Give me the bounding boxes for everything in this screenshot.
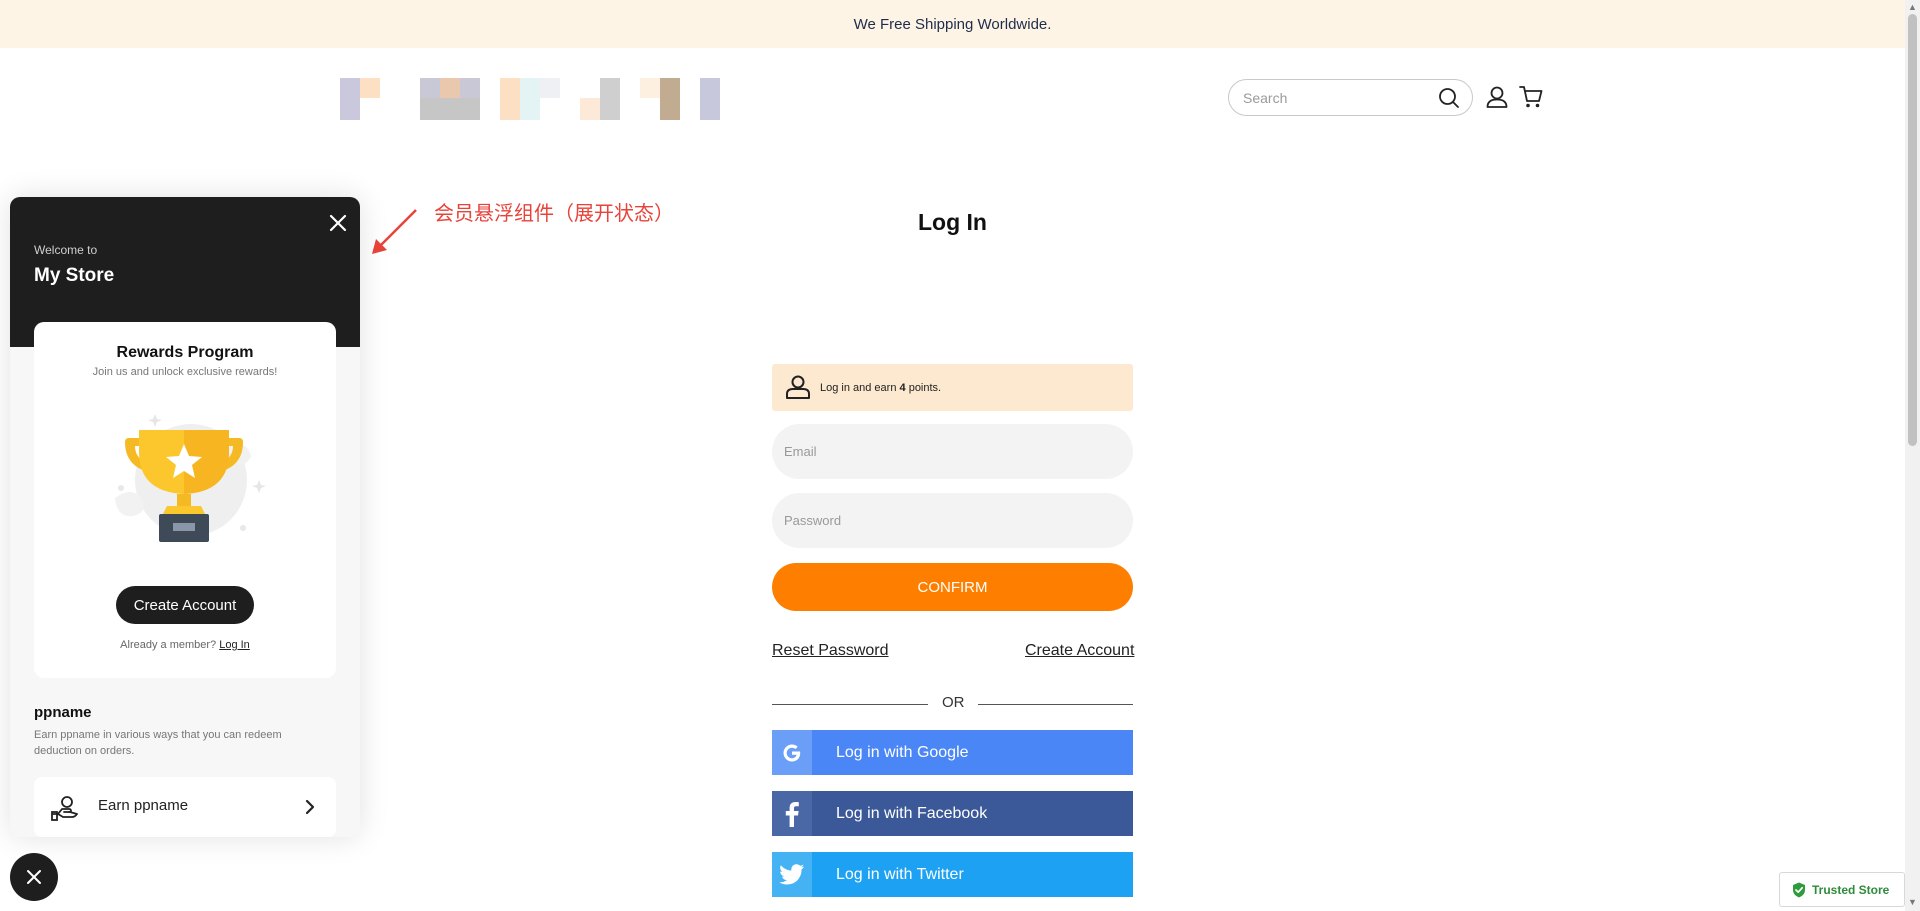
announcement-bar: We Free Shipping Worldwide. xyxy=(0,0,1905,48)
widget-toggle-button[interactable] xyxy=(10,853,58,901)
confirm-button[interactable]: CONFIRM xyxy=(772,563,1133,611)
or-divider-text: OR xyxy=(942,694,965,711)
close-icon xyxy=(27,870,41,884)
points-suffix: points. xyxy=(905,381,942,394)
rewards-card-title: Rewards Program xyxy=(116,344,254,361)
cart-icon[interactable] xyxy=(1518,84,1544,110)
google-icon xyxy=(772,730,812,775)
facebook-icon xyxy=(772,791,812,836)
twitter-icon xyxy=(772,852,812,897)
earn-points-label: Earn ppname xyxy=(98,797,189,814)
chevron-right-icon xyxy=(305,799,315,815)
trophy-icon xyxy=(115,414,266,542)
facebook-login-label: Log in with Facebook xyxy=(836,804,988,822)
close-icon[interactable] xyxy=(326,211,350,235)
already-member-text: Already a member? Log In xyxy=(34,639,336,651)
shield-check-icon xyxy=(1793,882,1805,897)
widget-create-account-button[interactable]: Create Account xyxy=(116,586,254,624)
divider-left xyxy=(772,704,928,705)
announcement-text: We Free Shipping Worldwide. xyxy=(853,15,1052,33)
scroll-down-icon[interactable]: ▼ xyxy=(1908,897,1917,907)
divider-right xyxy=(978,704,1133,705)
coin-hand-icon xyxy=(51,796,78,821)
user-icon xyxy=(786,375,810,399)
rewards-card: Rewards Program Join us and unlock exclu… xyxy=(34,322,336,678)
points-program-description: Earn ppname in various ways that you can… xyxy=(34,729,282,757)
email-field[interactable] xyxy=(772,424,1133,479)
facebook-login-button[interactable]: Log in with Facebook xyxy=(772,791,1133,836)
trusted-store-label: Trusted Store xyxy=(1812,882,1890,897)
rewards-card-subtitle: Join us and unlock exclusive rewards! xyxy=(92,366,278,378)
reset-password-link[interactable]: Reset Password xyxy=(772,642,889,660)
account-icon[interactable] xyxy=(1484,84,1510,110)
google-login-label: Log in with Google xyxy=(836,743,969,761)
create-account-link[interactable]: Create Account xyxy=(1025,642,1134,660)
points-prefix: Log in and earn xyxy=(820,381,900,394)
google-login-button[interactable]: Log in with Google xyxy=(772,730,1133,775)
scrollbar-thumb[interactable] xyxy=(1908,14,1917,446)
points-program-title: ppname xyxy=(34,704,92,721)
widget-log-in-link[interactable]: Log In xyxy=(219,639,250,651)
search-input[interactable] xyxy=(1243,88,1433,108)
already-member-label: Already a member? xyxy=(120,639,220,651)
twitter-login-label: Log in with Twitter xyxy=(836,865,964,883)
widget-store-name: My Store xyxy=(34,265,115,286)
twitter-login-button[interactable]: Log in with Twitter xyxy=(772,852,1133,897)
search-box[interactable] xyxy=(1228,79,1473,116)
points-banner: Log in and earn 4 points. xyxy=(772,364,1133,411)
rewards-widget-panel: Welcome to My Store Rewards Program Join… xyxy=(10,197,360,837)
store-logo[interactable] xyxy=(340,78,722,120)
trusted-store-badge[interactable]: Trusted Store xyxy=(1779,872,1905,907)
earn-points-item[interactable]: Earn ppname xyxy=(34,777,336,837)
password-field[interactable] xyxy=(772,493,1133,548)
widget-welcome-text: Welcome to xyxy=(34,243,98,257)
scroll-up-icon[interactable]: ▲ xyxy=(1908,2,1917,12)
search-icon[interactable] xyxy=(1438,87,1460,109)
page-scrollbar[interactable]: ▲ ▼ xyxy=(1905,0,1920,911)
